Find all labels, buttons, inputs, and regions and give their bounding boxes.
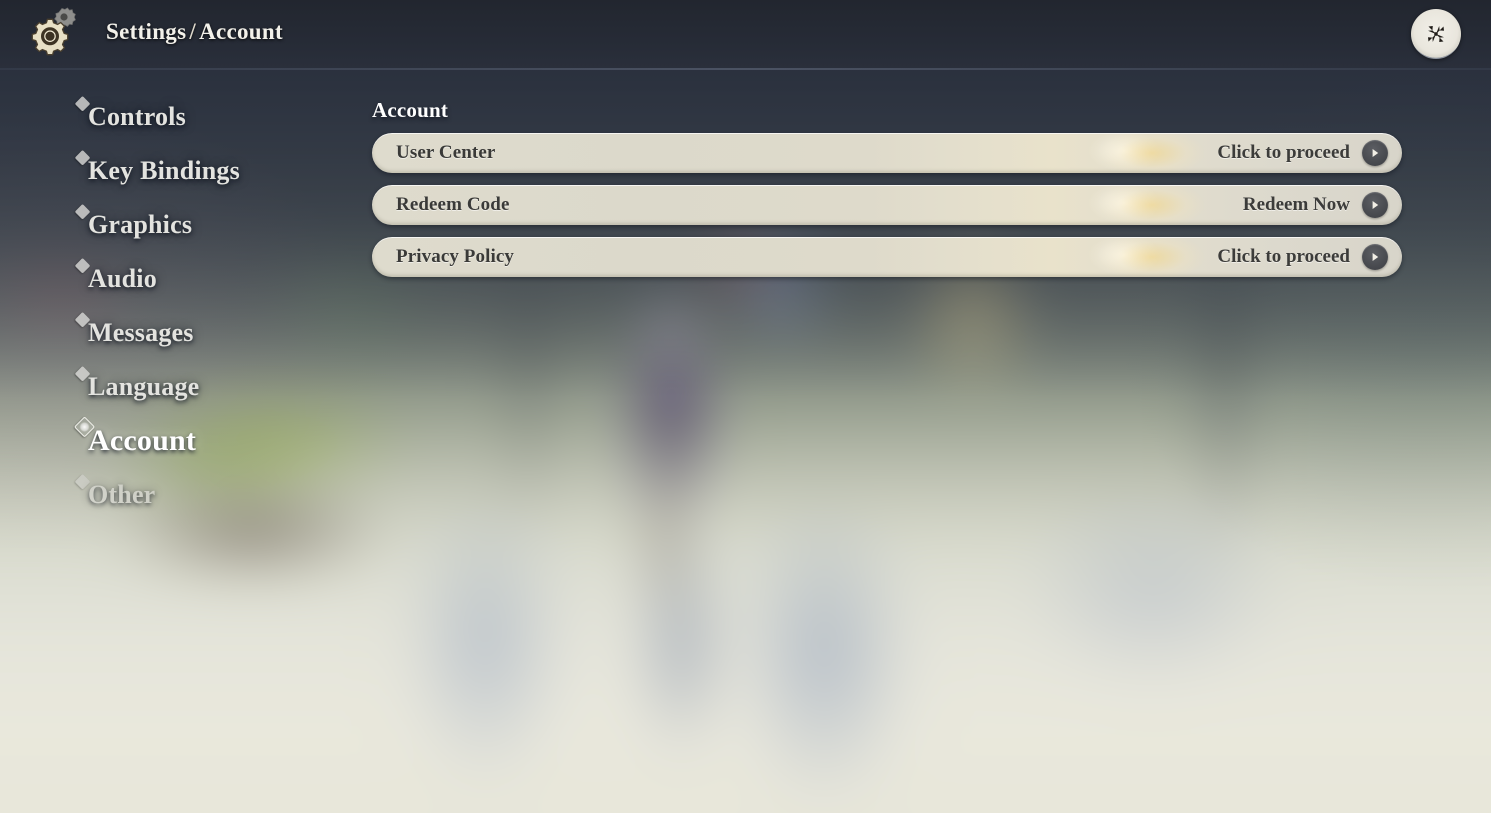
arrow-right-icon[interactable] <box>1362 140 1388 166</box>
setting-row-action-group: Click to proceed <box>1217 244 1388 270</box>
breadcrumb-root[interactable]: Settings <box>106 19 186 44</box>
breadcrumb-current: Account <box>199 19 283 44</box>
setting-row-action-group: Click to proceed <box>1217 140 1388 166</box>
gear-icon <box>24 5 86 63</box>
settings-sidebar: Controls Key Bindings Graphics Audio Mes… <box>0 90 330 522</box>
sidebar-item-messages[interactable]: Messages <box>0 306 330 360</box>
sidebar-item-label: Account <box>88 424 197 457</box>
account-panel: Account User Center Click to proceed Red… <box>372 98 1404 277</box>
arrow-right-icon[interactable] <box>1362 244 1388 270</box>
setting-row-label: Privacy Policy <box>396 246 514 267</box>
sidebar-item-label: Other <box>88 480 156 509</box>
settings-screen: Settings / Account Controls Key Bindings… <box>0 0 1491 813</box>
sidebar-item-label: Graphics <box>88 210 193 239</box>
setting-row-label: Redeem Code <box>396 194 510 215</box>
setting-row-action-label: Click to proceed <box>1217 142 1350 163</box>
breadcrumb: Settings / Account <box>106 19 283 45</box>
close-button[interactable] <box>1411 9 1461 59</box>
sidebar-item-label: Messages <box>88 318 194 347</box>
sidebar-item-controls[interactable]: Controls <box>0 90 330 144</box>
sidebar-item-label: Key Bindings <box>88 156 240 185</box>
setting-row-action-label: Redeem Now <box>1242 194 1350 215</box>
sidebar-item-key-bindings[interactable]: Key Bindings <box>0 144 330 198</box>
sidebar-item-account[interactable]: Account <box>0 414 330 468</box>
setting-row-privacy-policy[interactable]: Privacy Policy Click to proceed <box>372 237 1402 277</box>
breadcrumb-separator: / <box>189 19 197 44</box>
sidebar-item-graphics[interactable]: Graphics <box>0 198 330 252</box>
sidebar-item-label: Language <box>88 372 200 401</box>
sidebar-item-label: Audio <box>88 264 157 293</box>
sidebar-item-audio[interactable]: Audio <box>0 252 330 306</box>
setting-row-user-center[interactable]: User Center Click to proceed <box>372 133 1402 173</box>
sidebar-item-language[interactable]: Language <box>0 360 330 414</box>
arrow-right-icon[interactable] <box>1362 192 1388 218</box>
sidebar-item-label: Controls <box>88 102 186 131</box>
sidebar-item-other[interactable]: Other <box>0 468 330 522</box>
setting-row-action-label: Click to proceed <box>1217 246 1350 267</box>
header-bar: Settings / Account <box>0 0 1491 70</box>
page-title: Account <box>372 98 449 122</box>
setting-row-redeem-code[interactable]: Redeem Code Redeem Now <box>372 185 1402 225</box>
setting-row-action-group: Redeem Now <box>1243 192 1388 218</box>
setting-row-label: User Center <box>396 142 496 163</box>
